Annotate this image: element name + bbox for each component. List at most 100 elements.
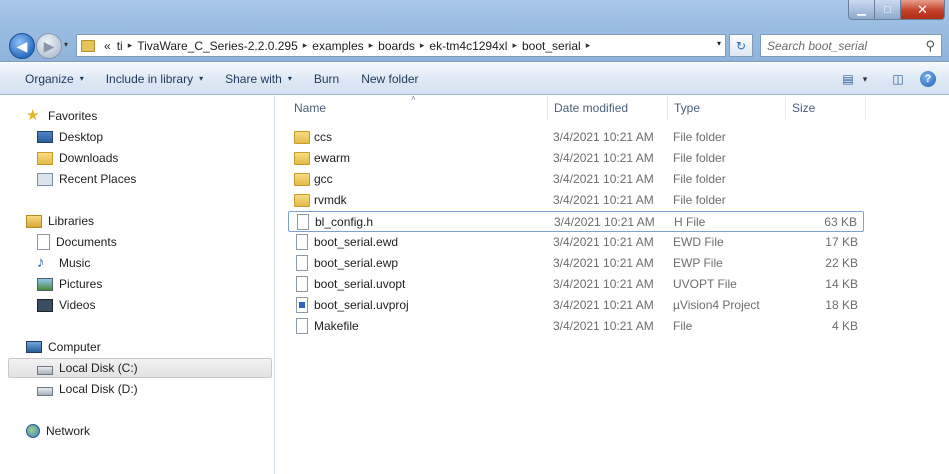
file-icon — [296, 255, 308, 271]
sidebar-item-documents[interactable]: Documents — [37, 232, 117, 252]
file-size: 63 KB — [824, 215, 857, 229]
file-icon — [297, 214, 309, 230]
sidebar-label: Documents — [56, 235, 117, 249]
sidebar-item-videos[interactable]: Videos — [37, 295, 95, 315]
sidebar-item-network[interactable]: Network — [26, 421, 90, 441]
table-row[interactable]: ewarm 3/4/2021 10:21 AM File folder — [288, 148, 864, 169]
file-date-modified: 3/4/2021 10:21 AM — [553, 277, 654, 291]
view-options-chevron-icon[interactable]: ▾ — [859, 69, 871, 89]
videos-icon — [37, 298, 53, 312]
folder-icon — [81, 39, 95, 52]
breadcrumb-separator[interactable]: ▸ — [584, 40, 593, 51]
file-date-modified: 3/4/2021 10:21 AM — [553, 298, 654, 312]
address-bar[interactable]: « ti ▸ TivaWare_C_Series-2.2.0.295 ▸ exa… — [76, 34, 726, 57]
file-type: File folder — [673, 193, 726, 207]
file-name: gcc — [314, 172, 333, 186]
table-row[interactable]: boot_serial.ewp 3/4/2021 10:21 AM EWP File… — [288, 253, 864, 274]
title-bar: ▁ □ ✕ ◀ ▶ ▾ « ti ▸ TivaWare_C_Series-2.2… — [0, 0, 949, 62]
hard-disk-icon — [37, 386, 53, 396]
share-with-button[interactable]: Share with ▾ — [214, 72, 303, 86]
chevron-down-icon: ▾ — [79, 74, 84, 83]
downloads-folder-icon — [37, 151, 53, 165]
organize-button[interactable]: Organize ▾ — [14, 72, 95, 86]
table-row[interactable]: Makefile 3/4/2021 10:21 AM File 4 KB — [288, 316, 864, 337]
search-input[interactable]: Search boot_serial ⚲ — [760, 34, 942, 57]
table-row[interactable]: rvmdk 3/4/2021 10:21 AM File folder — [288, 190, 864, 211]
help-button[interactable]: ? — [917, 69, 939, 89]
sidebar-label: Desktop — [59, 130, 104, 144]
column-header-size[interactable]: Size — [786, 96, 866, 120]
chevron-down-icon: ▾ — [199, 74, 204, 83]
table-row[interactable]: gcc 3/4/2021 10:21 AM File folder — [288, 169, 864, 190]
toolbar-right: ▤ ▾ ◫ ? — [829, 69, 939, 89]
recent-pages-dropdown[interactable]: ▾ — [64, 40, 68, 49]
sidebar-item-recent-places[interactable]: Recent Places — [37, 169, 136, 189]
change-view-icon[interactable]: ▤ — [837, 69, 859, 89]
table-row[interactable]: boot_serial.uvproj 3/4/2021 10:21 AM µVisi… — [288, 295, 864, 316]
desktop-icon — [37, 131, 53, 143]
breadcrumb-separator[interactable]: ▸ — [126, 40, 135, 51]
file-type: µVision4 Project — [673, 298, 760, 312]
sidebar-item-pictures[interactable]: Pictures — [37, 274, 102, 294]
address-dropdown[interactable]: ▾ — [717, 39, 721, 48]
breadcrumb-tivaware[interactable]: TivaWare_C_Series-2.2.0.295 — [134, 39, 301, 53]
sidebar-item-libraries[interactable]: Libraries — [26, 211, 94, 231]
folder-icon — [294, 194, 310, 207]
sidebar-label: Libraries — [48, 214, 95, 228]
file-name: rvmdk — [314, 193, 347, 207]
search-icon[interactable]: ⚲ — [925, 38, 935, 54]
sidebar-item-local-disk-c[interactable]: Local Disk (C:) — [37, 358, 138, 378]
column-header-date-modified[interactable]: Date modified — [548, 96, 668, 120]
navigation-pane: ★ Favorites Desktop Downloads Recent Pla… — [0, 96, 275, 474]
include-in-library-button[interactable]: Include in library ▾ — [95, 72, 214, 86]
sidebar-item-music[interactable]: ♪ Music — [37, 253, 90, 273]
breadcrumb-boot-serial[interactable]: boot_serial — [519, 39, 584, 53]
sidebar-item-downloads[interactable]: Downloads — [37, 148, 118, 168]
close-button[interactable]: ✕ — [901, 0, 945, 20]
table-row[interactable]: boot_serial.uvopt 3/4/2021 10:21 AM UVOPT … — [288, 274, 864, 295]
sidebar-label: Local Disk (C:) — [59, 361, 138, 375]
breadcrumb-examples[interactable]: examples — [309, 39, 366, 53]
file-name: bl_config.h — [315, 215, 374, 229]
breadcrumb-boards[interactable]: boards — [375, 39, 418, 53]
breadcrumb-ti[interactable]: ti — [114, 39, 126, 53]
sidebar-label: Network — [46, 424, 91, 438]
breadcrumb-separator[interactable]: ▸ — [301, 40, 310, 51]
folder-icon — [294, 173, 310, 186]
file-size: 4 KB — [831, 319, 858, 333]
file-name: ewarm — [314, 151, 351, 165]
file-type: File folder — [673, 172, 726, 186]
back-button[interactable]: ◀ — [9, 33, 35, 59]
breadcrumb-separator[interactable]: ▸ — [510, 40, 519, 51]
file-size: 18 KB — [825, 298, 858, 312]
music-note-icon: ♪ — [37, 254, 45, 271]
minimize-button[interactable]: ▁ — [848, 0, 875, 20]
column-header-type[interactable]: Type — [668, 96, 786, 120]
maximize-button[interactable]: □ — [875, 0, 901, 20]
breadcrumb-ek-tm4c1294xl[interactable]: ek-tm4c1294xl — [426, 39, 510, 53]
new-folder-button[interactable]: New folder — [350, 72, 429, 86]
sidebar-item-favorites[interactable]: ★ Favorites — [26, 106, 97, 126]
chevron-down-icon: ▾ — [287, 74, 292, 83]
preview-pane-icon[interactable]: ◫ — [887, 69, 909, 89]
refresh-button[interactable]: ↻ — [729, 34, 753, 57]
file-type: EWD File — [673, 235, 724, 249]
file-date-modified: 3/4/2021 10:21 AM — [553, 235, 654, 249]
table-row[interactable]: ccs 3/4/2021 10:21 AM File folder — [288, 127, 864, 148]
table-row[interactable]: bl_config.h 3/4/2021 10:21 AM H File 63 KB — [288, 211, 864, 232]
sidebar-item-local-disk-d[interactable]: Local Disk (D:) — [37, 379, 138, 399]
sidebar-item-computer[interactable]: Computer — [26, 337, 101, 357]
table-row[interactable]: boot_serial.ewd 3/4/2021 10:21 AM EWD File… — [288, 232, 864, 253]
file-date-modified: 3/4/2021 10:21 AM — [553, 256, 654, 270]
sidebar-item-desktop[interactable]: Desktop — [37, 127, 103, 147]
forward-button[interactable]: ▶ — [36, 33, 62, 59]
burn-button[interactable]: Burn — [303, 72, 350, 86]
column-header-name[interactable]: Name — [288, 96, 548, 120]
breadcrumb-overflow[interactable]: « — [101, 39, 114, 53]
file-date-modified: 3/4/2021 10:21 AM — [553, 319, 654, 333]
computer-icon — [26, 341, 42, 353]
network-icon — [26, 424, 40, 438]
recent-places-icon — [37, 172, 53, 186]
breadcrumb-separator[interactable]: ▸ — [418, 40, 427, 51]
breadcrumb-separator[interactable]: ▸ — [367, 40, 376, 51]
